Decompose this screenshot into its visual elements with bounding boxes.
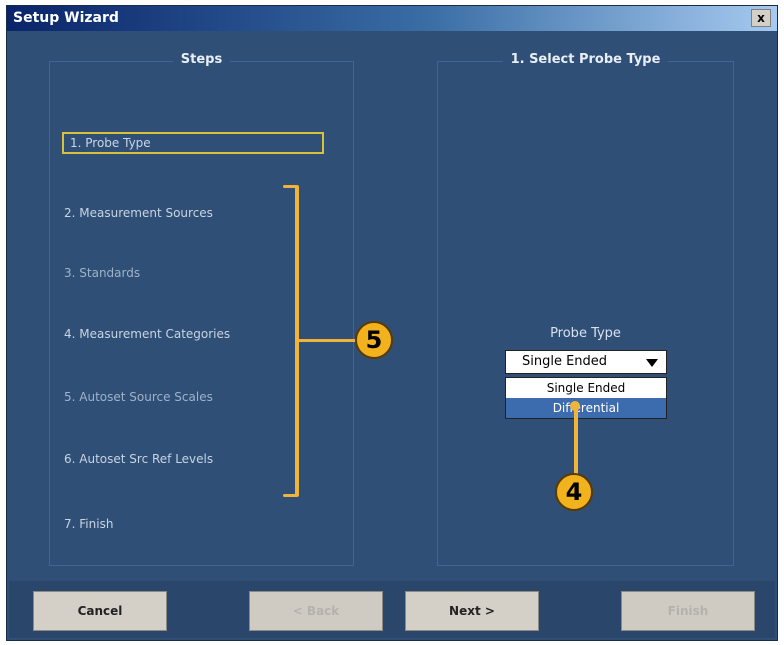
step-measurement-sources[interactable]: 2. Measurement Sources [64, 206, 213, 220]
option-single-ended[interactable]: Single Ended [506, 378, 666, 398]
callout-4-dot [570, 401, 580, 411]
step-measurement-categories[interactable]: 4. Measurement Categories [64, 327, 230, 341]
setup-wizard-window: Setup Wizard x Steps 1. Probe Type 2. Me… [6, 5, 778, 641]
cancel-button[interactable]: Cancel [33, 591, 167, 631]
close-button[interactable]: x [751, 9, 771, 27]
button-bar: Cancel < Back Next > Finish [9, 581, 775, 638]
step-autoset-src-ref-levels[interactable]: 6. Autoset Src Ref Levels [64, 452, 213, 466]
step-autoset-source-scales[interactable]: 5. Autoset Source Scales [64, 390, 213, 404]
steps-heading: Steps [50, 52, 353, 67]
finish-button[interactable]: Finish [621, 591, 755, 631]
next-button[interactable]: Next > [405, 591, 539, 631]
wizard-body: Steps 1. Probe Type 2. Measurement Sourc… [9, 33, 775, 638]
probe-type-label: Probe Type [550, 326, 621, 341]
dropdown-value: Single Ended [522, 354, 608, 369]
callout-5-line [297, 339, 357, 342]
callout-4-line [574, 405, 578, 475]
probe-panel-heading: 1. Select Probe Type [438, 52, 733, 67]
option-differential[interactable]: Differential [506, 398, 666, 418]
step-probe-type[interactable]: 1. Probe Type [62, 132, 324, 154]
step-finish[interactable]: 7. Finish [64, 517, 113, 531]
step-standards[interactable]: 3. Standards [64, 266, 140, 280]
probe-type-dropdown[interactable]: Single Ended [505, 350, 667, 374]
steps-panel: Steps 1. Probe Type 2. Measurement Sourc… [49, 52, 354, 566]
chevron-down-icon[interactable] [646, 359, 658, 367]
callout-5-badge: 5 [355, 321, 393, 359]
probe-type-options: Single Ended Differential [505, 377, 667, 419]
window-title: Setup Wizard [13, 10, 119, 26]
bracket-bottom [283, 494, 297, 497]
back-button[interactable]: < Back [249, 591, 383, 631]
callout-4-badge: 4 [555, 473, 593, 511]
title-bar[interactable]: Setup Wizard x [7, 6, 777, 31]
